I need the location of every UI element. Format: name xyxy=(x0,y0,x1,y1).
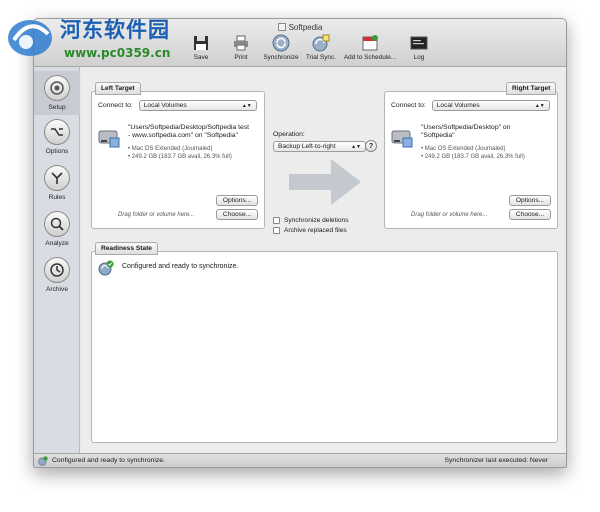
sidebar-item-setup[interactable]: Setup xyxy=(34,71,80,115)
right-connect-row: Connect to: Local Volumes ▲▼ xyxy=(391,100,550,111)
archive-replaced-checkbox[interactable]: Archive replaced files xyxy=(273,227,347,234)
checkbox-box xyxy=(273,227,280,234)
sidebar-item-analyze[interactable]: Analyze xyxy=(34,211,80,247)
right-target-tab: Right Target xyxy=(506,82,557,95)
right-volume-info: • Mac OS Extended (Journaled) • 249.2 GB… xyxy=(421,145,525,161)
operation-select[interactable]: Backup Left-to-right ▲▼ xyxy=(273,141,366,152)
toolbar-add-to-schedule[interactable]: Add to Schedule... xyxy=(344,34,396,61)
left-fs: • Mac OS Extended (Journaled) xyxy=(128,146,213,152)
right-options-button[interactable]: Options... xyxy=(509,195,551,206)
window-title-text: Softpedia xyxy=(288,23,323,32)
right-path: "Users/Softpedia/Desktop" on "Softpedia" xyxy=(421,124,510,140)
toolbar-print[interactable]: Print xyxy=(224,34,258,61)
right-choose-button[interactable]: Choose... xyxy=(509,209,551,220)
left-path-line1: "Users/Softpedia/Desktop/Softpedia test xyxy=(128,124,250,131)
trial-sync-icon xyxy=(312,34,330,52)
right-path-line2: "Softpedia" xyxy=(421,132,455,139)
sync-icon xyxy=(272,34,290,52)
watermark-name: 河东软件园 xyxy=(60,18,170,42)
calendar-icon xyxy=(362,35,378,51)
chevron-down-icon: ▲▼ xyxy=(534,102,545,109)
printer-icon xyxy=(234,35,248,51)
sync-deletions-checkbox[interactable]: Synchronize deletions xyxy=(273,217,349,224)
rules-icon xyxy=(44,165,70,191)
log-icon xyxy=(410,36,428,50)
right-connect-select[interactable]: Local Volumes ▲▼ xyxy=(431,100,550,111)
right-connect-value: Local Volumes xyxy=(436,102,480,109)
left-connect-label: Connect to: xyxy=(98,102,133,109)
right-path-line1: "Users/Softpedia/Desktop" on xyxy=(421,124,511,131)
sidebar-item-label: Archive xyxy=(46,286,68,293)
options-icon xyxy=(44,119,70,145)
document-icon xyxy=(277,23,286,31)
direction-arrow-icon xyxy=(289,159,361,205)
left-target-pane: Connect to: Local Volumes ▲▼ "Users/Softp… xyxy=(91,91,265,229)
app-window: Softpedia Save Print Synchronize Trial S… xyxy=(33,18,567,468)
site-watermark: 河东软件园 www.pc0359.cn xyxy=(4,14,204,64)
analyze-icon xyxy=(44,211,70,237)
left-space: • 249.2 GB (183.7 GB avail, 26.3% full) xyxy=(128,154,232,160)
left-volume-info: • Mac OS Extended (Journaled) • 249.2 GB… xyxy=(128,145,232,161)
right-target-pane: Connect to: Local Volumes ▲▼ "Users/Softp… xyxy=(384,91,558,229)
right-space: • 249.2 GB (183.7 GB avail, 26.3% full) xyxy=(421,154,525,160)
sidebar-item-label: Rules xyxy=(48,194,66,201)
ready-status-icon xyxy=(98,260,114,276)
status-left-text: Configured and ready to synchronize. xyxy=(52,457,165,464)
readiness-message: Configured and ready to synchronize. xyxy=(122,263,239,270)
toolbar-log[interactable]: Log xyxy=(402,34,436,61)
archive-icon xyxy=(44,257,70,283)
sidebar-item-label: Setup xyxy=(48,104,66,111)
sync-deletions-label: Synchronize deletions xyxy=(284,217,349,224)
left-options-button[interactable]: Options... xyxy=(216,195,258,206)
toolbar-add-to-schedule-label: Add to Schedule... xyxy=(343,54,397,61)
watermark-logo-icon xyxy=(8,20,52,56)
right-connect-label: Connect to: xyxy=(391,102,426,109)
left-connect-select[interactable]: Local Volumes ▲▼ xyxy=(138,100,257,111)
sidebar-item-label: Options xyxy=(45,148,69,155)
operation-value: Backup Left-to-right xyxy=(278,143,336,150)
toolbar-trial-sync-label: Trial Sync. xyxy=(306,54,336,61)
help-button[interactable]: ? xyxy=(365,140,377,152)
toolbar-synchronize[interactable]: Synchronize xyxy=(263,34,299,61)
sidebar-item-options[interactable]: Options xyxy=(34,119,80,155)
archive-replaced-label: Archive replaced files xyxy=(284,227,347,234)
main-content: Connect to: Local Volumes ▲▼ "Users/Softp… xyxy=(81,67,566,455)
status-right-text: Synchronizer last executed: Never xyxy=(444,457,548,464)
left-path: "Users/Softpedia/Desktop/Softpedia test … xyxy=(128,124,249,140)
status-sync-icon xyxy=(38,456,48,466)
left-connect-row: Connect to: Local Volumes ▲▼ xyxy=(98,100,257,111)
readiness-pane: Configured and ready to synchronize. xyxy=(91,251,558,443)
toolbar-trial-sync[interactable]: Trial Sync. xyxy=(304,34,338,61)
sidebar-item-label: Analyze xyxy=(45,240,69,247)
left-drag-hint: Drag folder or volume here... xyxy=(118,212,195,218)
readiness-tab: Readiness State xyxy=(95,242,158,255)
sidebar: Setup Options Rules Analyze Archive xyxy=(34,67,80,455)
sidebar-item-archive[interactable]: Archive xyxy=(34,257,80,293)
chevron-down-icon: ▲▼ xyxy=(241,102,252,109)
left-connect-value: Local Volumes xyxy=(143,102,187,109)
watermark-url: www.pc0359.cn xyxy=(64,46,171,60)
checkbox-box xyxy=(273,217,280,224)
sidebar-item-rules[interactable]: Rules xyxy=(34,165,80,201)
left-path-line2: - www.softpedia.com" on "Softpedia" xyxy=(128,132,239,139)
right-fs: • Mac OS Extended (Journaled) xyxy=(421,146,506,152)
toolbar: Save Print Synchronize Trial Sync. Add t… xyxy=(184,34,436,61)
toolbar-log-label: Log xyxy=(413,54,425,61)
left-target-tab: Left Target xyxy=(95,82,141,95)
right-drag-hint: Drag folder or volume here... xyxy=(411,212,488,218)
toolbar-synchronize-label: Synchronize xyxy=(263,54,299,61)
status-bar: Configured and ready to synchronize. Syn… xyxy=(34,453,566,467)
chevron-down-icon: ▲▼ xyxy=(351,143,361,150)
operation-label: Operation: xyxy=(273,131,305,138)
setup-icon xyxy=(44,75,70,101)
hard-disk-icon xyxy=(391,130,413,148)
left-choose-button[interactable]: Choose... xyxy=(216,209,258,220)
toolbar-print-label: Print xyxy=(234,54,248,61)
hard-disk-icon xyxy=(98,130,120,148)
